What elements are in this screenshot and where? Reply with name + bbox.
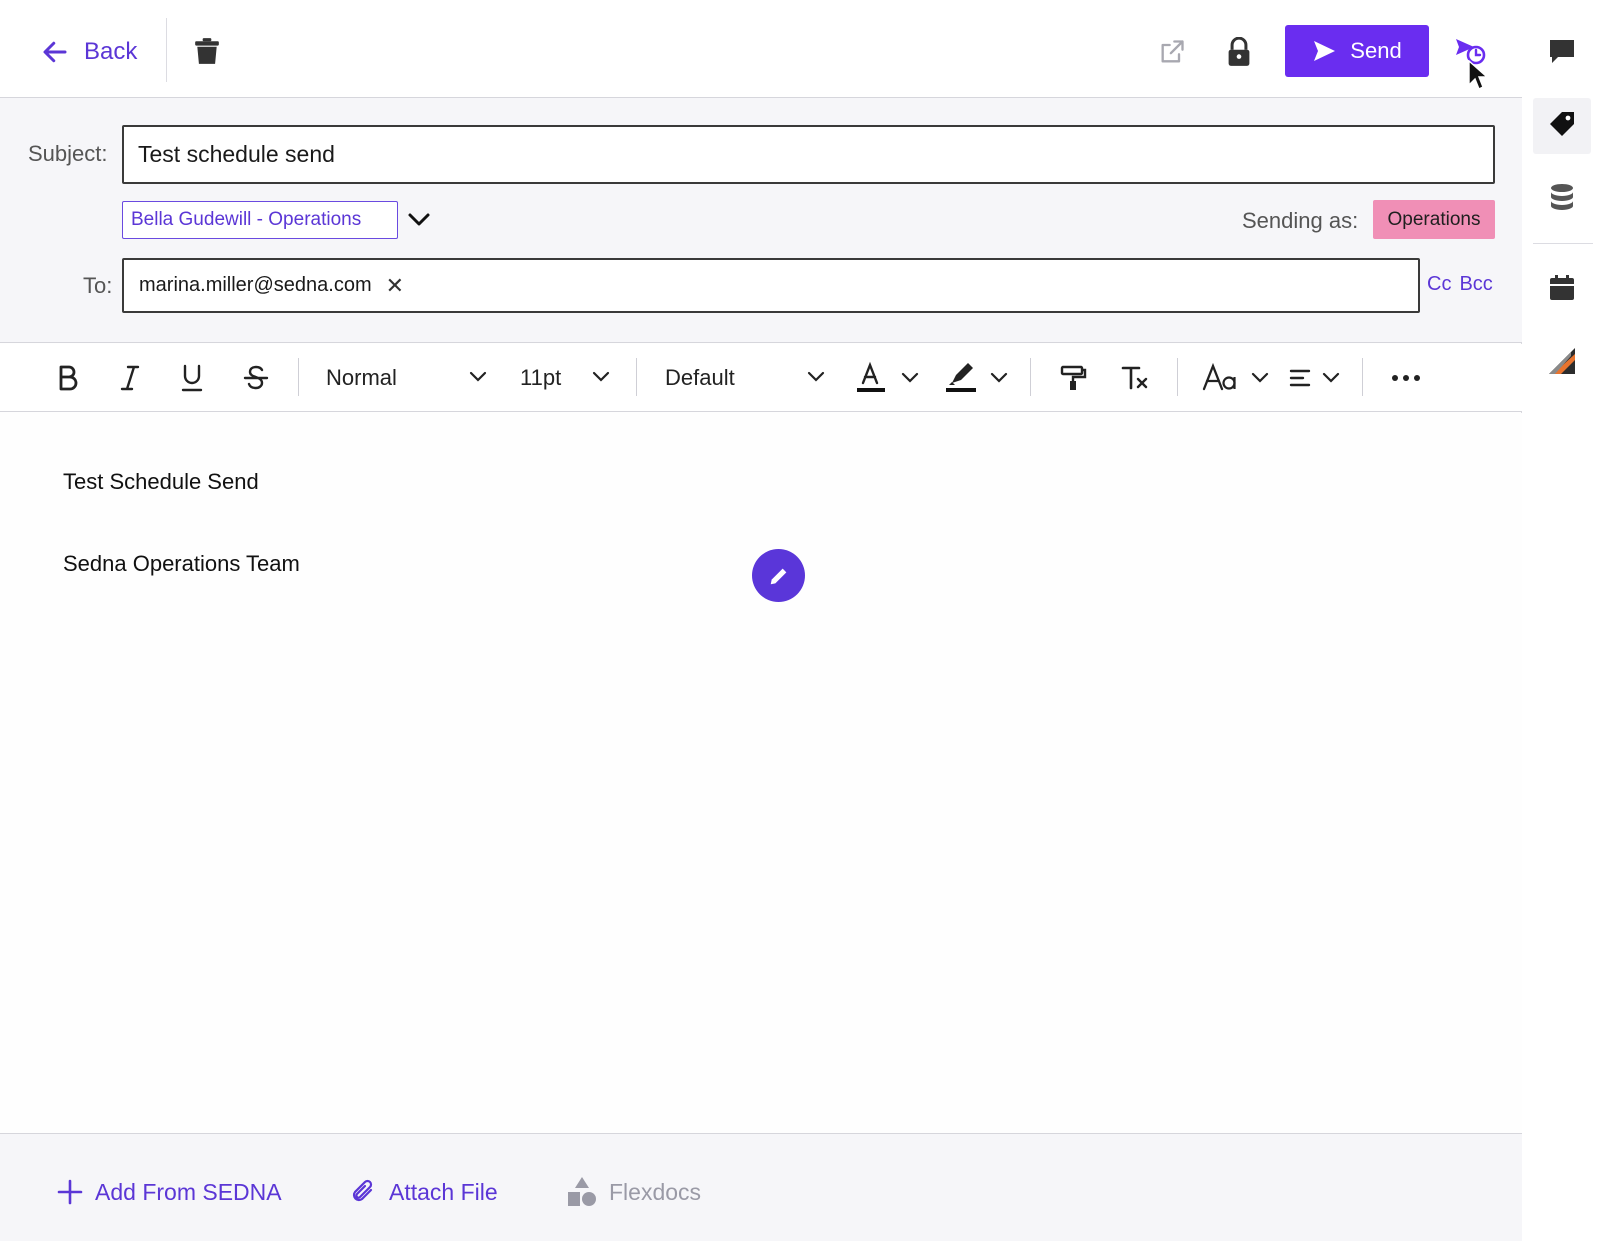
text-color-button[interactable]: [855, 344, 925, 412]
right-sidebar: [1523, 0, 1600, 1241]
strikethrough-icon: [243, 365, 269, 390]
cc-bcc-links: Cc Bcc: [1427, 273, 1493, 296]
tag-icon[interactable]: [1545, 107, 1579, 141]
bcc-link[interactable]: Bcc: [1459, 273, 1492, 296]
strikethrough-button[interactable]: [240, 344, 272, 412]
alignment-button[interactable]: [1288, 344, 1344, 412]
paperclip-icon: [352, 1179, 373, 1202]
format-painter-button[interactable]: [1056, 344, 1090, 412]
chat-icon[interactable]: [1545, 34, 1579, 68]
attach-file-button[interactable]: Attach File: [351, 1174, 498, 1210]
database-icon[interactable]: [1545, 180, 1579, 214]
calendar-icon[interactable]: [1545, 271, 1579, 305]
toolbar-divider: [1177, 358, 1178, 396]
trash-icon[interactable]: [194, 37, 220, 65]
toolbar-divider: [298, 358, 299, 396]
toolbar-divider: [1030, 358, 1031, 396]
format-toolbar: Normal 11pt Default: [0, 344, 1522, 412]
text-color-icon: [857, 361, 919, 392]
font-family-value: Default: [665, 365, 735, 390]
compose-header: Subject: Test schedule send Bella Gudewi…: [0, 98, 1522, 343]
send-icon: [1314, 41, 1336, 61]
pencil-icon: [770, 568, 786, 584]
font-size-value: 11pt: [520, 365, 562, 390]
back-label: Back: [84, 38, 138, 65]
highlight-color-button[interactable]: [944, 344, 1014, 412]
paint-roller-icon: [1060, 365, 1087, 390]
body-line: Sedna Operations Team: [63, 551, 300, 576]
compose-topbar: Back Send: [0, 0, 1522, 98]
chevron-down-icon: [469, 371, 487, 382]
compose-footer: Add From SEDNA Attach File Flexdocs: [0, 1133, 1522, 1241]
add-from-sedna-button[interactable]: Add From SEDNA: [57, 1174, 282, 1210]
recipient-chip: marina.miller@sedna.com: [139, 274, 372, 296]
remove-recipient-icon[interactable]: ✕: [386, 273, 404, 299]
underline-icon: [181, 364, 203, 392]
subject-label: Subject:: [28, 141, 108, 166]
mouse-cursor-icon: [1468, 60, 1487, 90]
text-case-icon: [1202, 362, 1269, 391]
add-from-sedna-label: Add From SEDNA: [95, 1178, 282, 1205]
font-family-select[interactable]: Default: [665, 344, 830, 412]
flexdocs-button[interactable]: Flexdocs: [567, 1174, 701, 1210]
highlighter-icon: [946, 363, 1008, 392]
topbar-divider: [166, 18, 167, 82]
paragraph-style-select[interactable]: Normal: [326, 344, 491, 412]
external-link-icon[interactable]: [1158, 38, 1186, 66]
edit-fab-button[interactable]: [752, 549, 805, 602]
chevron-down-icon: [807, 371, 825, 382]
compose-window: Back Send Subject: Test schedule send Be…: [0, 0, 1522, 1241]
send-button[interactable]: Send: [1285, 25, 1429, 77]
italic-icon: [120, 365, 140, 391]
flexdocs-label: Flexdocs: [609, 1178, 702, 1205]
underline-button[interactable]: [176, 344, 208, 412]
sending-as-badge: Operations: [1373, 200, 1495, 239]
cc-link[interactable]: Cc: [1427, 273, 1451, 296]
more-horizontal-icon: [1392, 375, 1420, 381]
plus-icon: [57, 1179, 83, 1205]
subject-input[interactable]: Test schedule send: [122, 125, 1495, 184]
clear-format-icon: [1121, 366, 1148, 390]
back-button[interactable]: Back: [40, 34, 137, 70]
bold-button[interactable]: [52, 344, 84, 412]
arrow-left-icon: [43, 41, 67, 63]
more-options-button[interactable]: [1388, 344, 1424, 412]
body-line: Test Schedule Send: [63, 469, 259, 494]
bold-icon: [59, 365, 78, 391]
sending-as-label: Sending as:: [1242, 208, 1359, 233]
align-left-icon: [1289, 369, 1340, 387]
from-account-selector[interactable]: Bella Gudewill - Operations: [122, 201, 398, 239]
toolbar-divider: [636, 358, 637, 396]
chevron-down-icon[interactable]: [407, 210, 431, 230]
paragraph-style-value: Normal: [326, 365, 397, 390]
message-editor[interactable]: Test Schedule Send Sedna Operations Team: [0, 413, 1522, 1133]
chevron-down-icon: [592, 371, 610, 382]
text-case-button[interactable]: [1202, 344, 1272, 412]
lock-icon[interactable]: [1225, 37, 1253, 67]
to-input[interactable]: marina.miller@sedna.com ✕: [122, 258, 1420, 313]
to-label: To:: [83, 273, 113, 298]
rail-divider: [1533, 243, 1593, 244]
integration-logo-icon[interactable]: [1545, 344, 1579, 378]
send-label: Send: [1350, 38, 1402, 63]
toolbar-divider: [1362, 358, 1363, 396]
font-size-select[interactable]: 11pt: [520, 344, 615, 412]
attach-file-label: Attach File: [389, 1178, 498, 1205]
shapes-icon: [568, 1177, 596, 1206]
italic-button[interactable]: [114, 344, 146, 412]
clear-formatting-button[interactable]: [1118, 344, 1152, 412]
